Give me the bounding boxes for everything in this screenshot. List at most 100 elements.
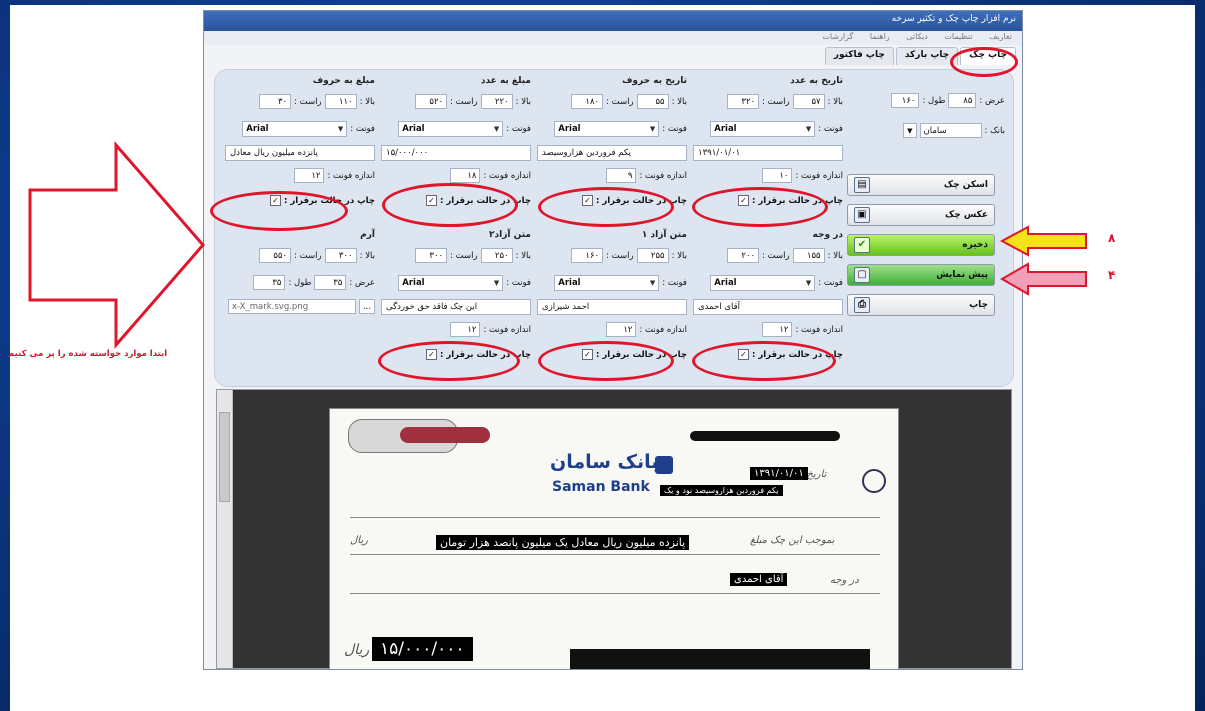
font-name: Arial bbox=[558, 277, 581, 288]
logo-width-input[interactable]: ۳۵ bbox=[314, 275, 347, 290]
size-label: اندازه فونت : bbox=[327, 170, 375, 181]
size-input[interactable]: ۱۲ bbox=[762, 322, 793, 337]
font-label: فونت : bbox=[506, 277, 531, 288]
group-logo: آرم بالا : ۳۰۰ راست : ۵۵۰ عرض : ۳۵ طول :… bbox=[225, 230, 375, 380]
text-input[interactable]: ۱۵/۰۰۰/۰۰۰ bbox=[381, 144, 531, 161]
bank-name-fa: بانک سامان bbox=[550, 451, 659, 473]
top-input[interactable]: ۵۷ bbox=[792, 94, 825, 109]
top-label: بالا : bbox=[671, 96, 687, 107]
chevron-down-icon: ▼ bbox=[649, 278, 656, 287]
font-name: Arial bbox=[246, 123, 269, 134]
top-label: بالا : bbox=[359, 250, 375, 261]
cheque-photo-button[interactable]: عکس چک ▣ bbox=[847, 204, 995, 226]
right-label: راست : bbox=[606, 250, 634, 261]
font-select[interactable]: Arial ▼ bbox=[242, 120, 348, 137]
text-input[interactable]: پانزده میلیون ریال معادل bbox=[225, 144, 375, 161]
top-label: بالا : bbox=[515, 250, 531, 261]
line-amount bbox=[350, 554, 880, 555]
chevron-down-icon: ▼ bbox=[337, 124, 344, 133]
font-select[interactable]: Arial ▼ bbox=[398, 274, 504, 291]
font-label: فونت : bbox=[818, 123, 843, 134]
right-input[interactable]: ۵۵۰ bbox=[259, 248, 292, 263]
right-input[interactable]: ۵۲۰ bbox=[415, 94, 448, 109]
text-input[interactable]: این چک فاقد حق خوردگی bbox=[381, 298, 531, 315]
font-select[interactable]: Arial ▼ bbox=[554, 274, 660, 291]
right-label: راست : bbox=[762, 250, 790, 261]
font-name: Arial bbox=[714, 123, 737, 134]
top-label: بالا : bbox=[515, 96, 531, 107]
preview-button[interactable]: پیش نمایش ▢ bbox=[847, 264, 995, 286]
text-input[interactable]: یکم فروردین هزاروسیصد bbox=[537, 144, 687, 161]
top-label: بالا : bbox=[827, 250, 843, 261]
right-input[interactable]: ۲۰۰ bbox=[727, 248, 760, 263]
top-input[interactable]: ۲۵۵ bbox=[636, 248, 669, 263]
cheque-image: بانک سامان Saman Bank تاریخ : ۱۳۹۱/۰۱/۰۱… bbox=[329, 408, 899, 669]
text-input[interactable]: احمد شیرازی bbox=[537, 298, 687, 315]
right-input[interactable]: ۱۸۰ bbox=[571, 94, 604, 109]
menu-help[interactable]: راهنما bbox=[870, 32, 890, 41]
font-name: Arial bbox=[714, 277, 737, 288]
bank-select[interactable]: سامان bbox=[919, 123, 982, 138]
font-select[interactable]: Arial ▼ bbox=[398, 120, 504, 137]
document-preview-icon: ▢ bbox=[854, 267, 870, 283]
scroll-thumb[interactable] bbox=[219, 412, 230, 502]
size-input[interactable]: ۹ bbox=[606, 168, 637, 183]
print-button[interactable]: چاپ ⎙ bbox=[847, 294, 995, 316]
size-label: اندازه فونت : bbox=[483, 324, 531, 335]
right-input[interactable]: ۳۰۰ bbox=[415, 248, 448, 263]
bank-dropdown-icon[interactable]: ▼ bbox=[902, 123, 917, 138]
highlight-oval-checkbox-3 bbox=[382, 183, 518, 227]
top-input[interactable]: ۳۰۰ bbox=[324, 248, 357, 263]
right-label: راست : bbox=[606, 96, 634, 107]
menu-settings[interactable]: تنظیمات bbox=[944, 32, 972, 41]
group-title: مبلغ به عدد bbox=[480, 76, 531, 86]
cheque-length-label: طول : bbox=[922, 95, 946, 106]
menu-definitions[interactable]: تعاریف bbox=[989, 32, 1012, 41]
highlight-oval-checkbox-5 bbox=[692, 341, 836, 381]
font-label: فونت : bbox=[818, 277, 843, 288]
top-input[interactable]: ۲۲۰ bbox=[480, 94, 513, 109]
highlight-oval-tab bbox=[950, 47, 1018, 77]
right-label: راست : bbox=[450, 96, 478, 107]
cheque-width-input[interactable]: ۸۵ bbox=[948, 93, 977, 108]
right-input[interactable]: ۱۶۰ bbox=[571, 248, 604, 263]
menu-backup[interactable]: دیکاتی bbox=[906, 32, 928, 41]
amount-number-overlay: ۱۵/۰۰۰/۰۰۰ bbox=[372, 637, 473, 661]
chevron-down-icon: ▼ bbox=[493, 124, 500, 133]
size-input[interactable]: ۱۲ bbox=[606, 322, 637, 337]
tab-print-barcode[interactable]: چاپ بارکد bbox=[895, 47, 959, 65]
font-select[interactable]: Arial ▼ bbox=[554, 120, 660, 137]
font-select[interactable]: Arial ▼ bbox=[710, 120, 816, 137]
size-input[interactable]: ۱۲ bbox=[450, 322, 481, 337]
chevron-down-icon: ▼ bbox=[649, 124, 656, 133]
cheque-length-input[interactable]: ۱۶۰ bbox=[891, 93, 920, 108]
title-bar: نرم افزار چاپ چک و تکثیر سرخه bbox=[204, 11, 1022, 31]
preview-scrollbar[interactable] bbox=[217, 390, 233, 668]
size-input[interactable]: ۱۲ bbox=[294, 168, 325, 183]
top-label: بالا : bbox=[827, 96, 843, 107]
menu-reports[interactable]: گزارشات bbox=[822, 32, 853, 41]
tab-print-invoice[interactable]: چاپ فاکتور bbox=[824, 47, 894, 65]
top-input[interactable]: ۲۵۰ bbox=[480, 248, 513, 263]
pay-caption: بموجب این چک مبلغ bbox=[750, 535, 835, 546]
right-input[interactable]: ۳۰ bbox=[259, 94, 292, 109]
yellow-left-arrow-icon bbox=[1000, 225, 1087, 257]
font-select[interactable]: Arial ▼ bbox=[710, 274, 816, 291]
right-input[interactable]: ۳۲۰ bbox=[727, 94, 760, 109]
font-label: فونت : bbox=[662, 277, 687, 288]
save-button[interactable]: ذخیره ✔ bbox=[847, 234, 995, 256]
size-input[interactable]: ۱۰ bbox=[762, 168, 793, 183]
scan-cheque-button[interactable]: اسکن چک ▤ bbox=[847, 174, 995, 196]
logo-length-input[interactable]: ۳۵ bbox=[253, 275, 286, 290]
text-input[interactable]: آقای احمدی bbox=[693, 298, 843, 315]
top-input[interactable]: ۱۵۵ bbox=[792, 248, 825, 263]
window-title: نرم افزار چاپ چک و تکثیر سرخه bbox=[891, 14, 1016, 24]
logo-file-input[interactable]: x-X_mark.svg.png bbox=[228, 299, 356, 314]
menu-bar: تعاریف تنظیمات دیکاتی راهنما گزارشات bbox=[204, 31, 1022, 45]
text-input[interactable]: ۱۳۹۱/۰۱/۰۱ bbox=[693, 144, 843, 161]
size-input[interactable]: ۱۸ bbox=[450, 168, 481, 183]
group-title: متن آزاد ۱ bbox=[641, 230, 687, 240]
top-input[interactable]: ۵۵ bbox=[636, 94, 669, 109]
top-input[interactable]: ۱۱۰ bbox=[324, 94, 357, 109]
browse-button[interactable]: ... bbox=[359, 299, 375, 314]
